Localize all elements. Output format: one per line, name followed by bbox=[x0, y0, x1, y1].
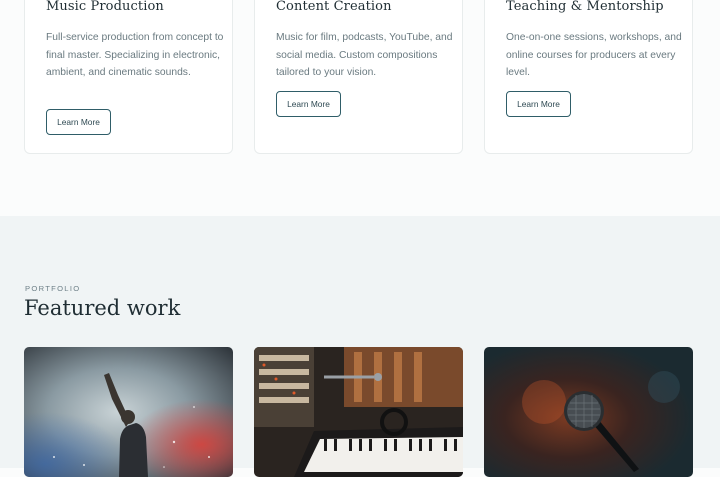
learn-more-button[interactable]: Learn More bbox=[506, 91, 571, 117]
section-eyebrow: PORTFOLIO bbox=[25, 284, 81, 293]
portfolio-item-studio[interactable] bbox=[254, 347, 463, 477]
services-section: Music Production Full-service production… bbox=[0, 0, 720, 216]
service-card-teaching: Teaching & Mentorship One-on-one session… bbox=[484, 0, 693, 154]
service-title: Music Production bbox=[46, 0, 164, 14]
concert-performer-photo bbox=[24, 347, 233, 477]
portfolio-section: PORTFOLIO Featured work bbox=[0, 216, 720, 477]
studio-keyboard-photo bbox=[254, 347, 463, 477]
portfolio-item-microphone[interactable] bbox=[484, 347, 693, 477]
section-heading: Featured work bbox=[24, 296, 181, 320]
service-description: One-on-one sessions, workshops, and onli… bbox=[506, 32, 682, 79]
service-description: Music for film, podcasts, YouTube, and s… bbox=[276, 32, 453, 79]
learn-more-button[interactable]: Learn More bbox=[46, 109, 111, 135]
service-card-content-creation: Content Creation Music for film, podcast… bbox=[254, 0, 463, 154]
service-title: Content Creation bbox=[276, 0, 392, 14]
service-card-music-production: Music Production Full-service production… bbox=[24, 0, 233, 154]
service-title: Teaching & Mentorship bbox=[506, 0, 664, 14]
microphone-photo bbox=[484, 347, 693, 477]
service-description: Full-service production from concept to … bbox=[46, 32, 224, 79]
learn-more-button[interactable]: Learn More bbox=[276, 91, 341, 117]
portfolio-item-concert[interactable] bbox=[24, 347, 233, 477]
